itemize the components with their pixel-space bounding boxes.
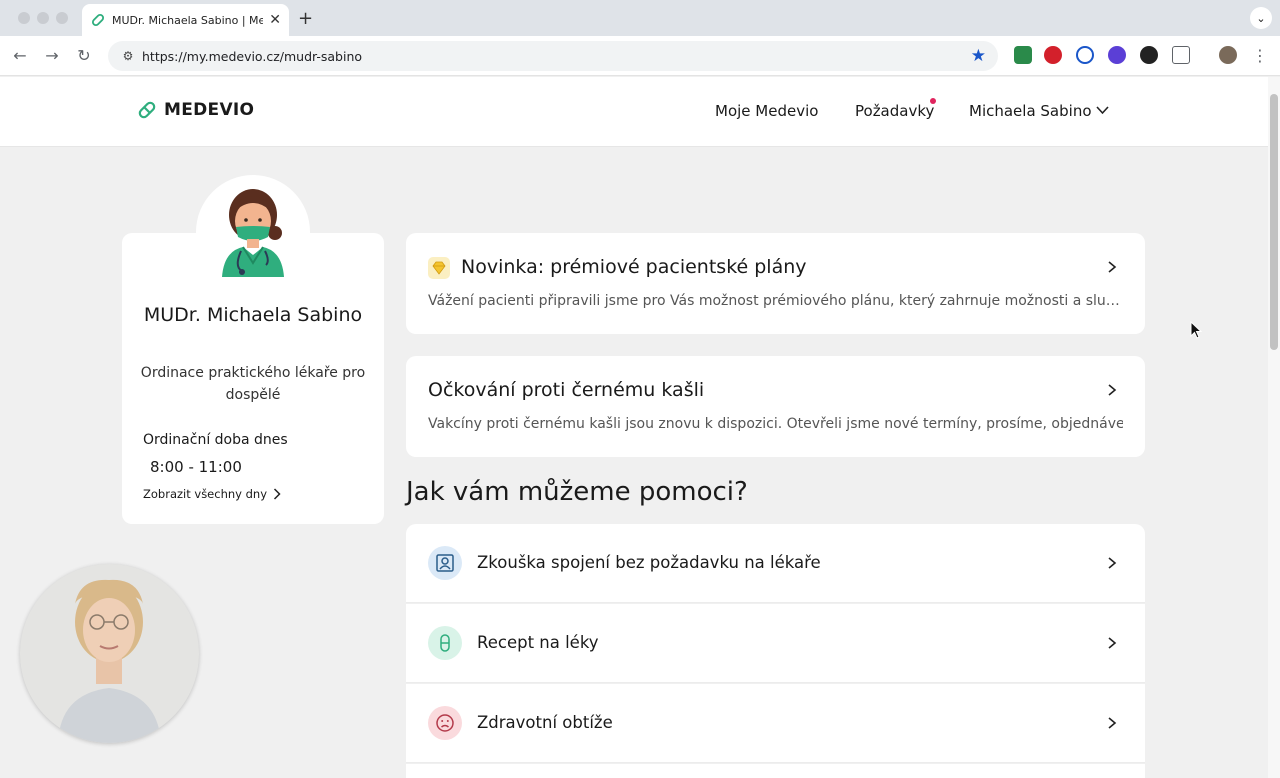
medevio-logo[interactable]: MEDEVIO	[136, 99, 254, 121]
show-all-days-link[interactable]: Zobrazit všechny dny	[143, 487, 281, 501]
chevron-right-icon	[1108, 717, 1117, 729]
bookmark-star-icon[interactable]: ★	[971, 46, 986, 66]
medevio-pill-logo-icon	[138, 101, 156, 119]
chevron-right-icon	[1108, 261, 1117, 273]
news-body: Vážení pacienti připravili jsme pro Vás …	[428, 293, 1123, 309]
person-frame-icon	[428, 546, 462, 580]
doctor-specialty: Ordinace praktického lékaře pro dospělé	[140, 365, 366, 403]
hours-today: 8:00 - 11:00	[150, 458, 242, 476]
service-test-connection[interactable]: Zkouška spojení bez požadavku na lékaře	[406, 524, 1145, 603]
news-card-premium[interactable]: Novinka: prémiové pacientské plány Vážen…	[406, 233, 1145, 334]
chevron-right-icon	[1108, 557, 1117, 569]
browser-menu-icon[interactable]: ⋮	[1250, 46, 1270, 66]
hours-title: Ordinační doba dnes	[143, 432, 288, 448]
news-card-vaccination[interactable]: Očkování proti černému kašli Vakcíny pro…	[406, 356, 1145, 457]
back-button[interactable]: ←	[10, 46, 30, 66]
sad-face-icon	[428, 706, 462, 740]
window-minimize-dot[interactable]	[37, 12, 49, 24]
tab-search-button[interactable]: ⌄	[1250, 7, 1272, 29]
help-section-title: Jak vám můžeme pomoci?	[406, 477, 748, 507]
chevron-down-icon[interactable]	[1096, 106, 1109, 115]
service-next-row[interactable]	[406, 764, 1145, 778]
service-label: Zdravotní obtíže	[477, 713, 613, 732]
new-tab-button[interactable]: +	[298, 8, 313, 29]
dark-extension-icon[interactable]	[1140, 46, 1158, 64]
extensions-puzzle-icon[interactable]	[1172, 46, 1190, 64]
service-label: Recept na léky	[477, 633, 599, 652]
webcam-overlay	[20, 564, 199, 743]
address-bar[interactable]: ⚙ https://my.medevio.cz/mudr-sabino ★	[108, 41, 998, 71]
browser-tab-bar: MUDr. Michaela Sabino | Medevio ✕ + ⌄	[0, 0, 1280, 36]
nav-user-menu[interactable]: Michaela Sabino	[969, 102, 1092, 120]
doctor-illustration-icon	[222, 189, 284, 277]
pill-icon	[428, 626, 462, 660]
show-all-days-label: Zobrazit všechny dny	[143, 487, 268, 501]
page-scrollbar-thumb[interactable]	[1270, 94, 1278, 350]
browser-tab[interactable]: MUDr. Michaela Sabino | Medevio ✕	[82, 4, 289, 36]
doctor-name: MUDr. Michaela Sabino	[143, 304, 363, 326]
nav-moje-medevio[interactable]: Moje Medevio	[715, 102, 818, 120]
doctor-avatar	[196, 175, 310, 289]
window-zoom-dot[interactable]	[56, 12, 68, 24]
password-extension-icon[interactable]	[1076, 46, 1094, 64]
profile-avatar-icon[interactable]	[1219, 46, 1237, 64]
site-settings-icon[interactable]: ⚙	[114, 49, 142, 63]
service-prescription[interactable]: Recept na léky	[406, 604, 1145, 683]
chevron-right-icon	[273, 488, 281, 500]
forward-button[interactable]: →	[42, 46, 62, 66]
webcam-person-image	[20, 564, 199, 743]
service-label: Zkouška spojení bez požadavku na lékaře	[477, 553, 821, 572]
window-close-dot[interactable]	[18, 12, 30, 24]
mouse-cursor-icon	[1190, 321, 1202, 339]
notification-dot	[930, 98, 936, 104]
logo-wordmark: MEDEVIO	[164, 100, 255, 120]
news-title: Očkování proti černému kašli	[428, 379, 705, 401]
diamond-icon	[428, 257, 450, 279]
sparkle-extension-icon[interactable]	[1108, 46, 1126, 64]
nav-pozadavky[interactable]: Požadavky	[855, 102, 934, 120]
opera-extension-icon[interactable]	[1044, 46, 1062, 64]
service-health-problems[interactable]: Zdravotní obtíže	[406, 684, 1145, 763]
news-body: Vakcíny proti černému kašli jsou znovu k…	[428, 416, 1123, 432]
medevio-favicon-icon	[91, 13, 105, 27]
reload-button[interactable]: ↻	[74, 46, 94, 66]
url-text[interactable]: https://my.medevio.cz/mudr-sabino	[142, 49, 971, 64]
tab-close-icon[interactable]: ✕	[269, 12, 281, 28]
tab-title: MUDr. Michaela Sabino | Medevio	[112, 13, 264, 27]
chevron-right-icon	[1108, 637, 1117, 649]
news-title: Novinka: prémiové pacientské plány	[461, 256, 807, 278]
extension-off-icon[interactable]	[1014, 46, 1032, 64]
chevron-right-icon	[1108, 384, 1117, 396]
site-header: MEDEVIO Moje Medevio Požadavky Michaela …	[0, 77, 1268, 147]
